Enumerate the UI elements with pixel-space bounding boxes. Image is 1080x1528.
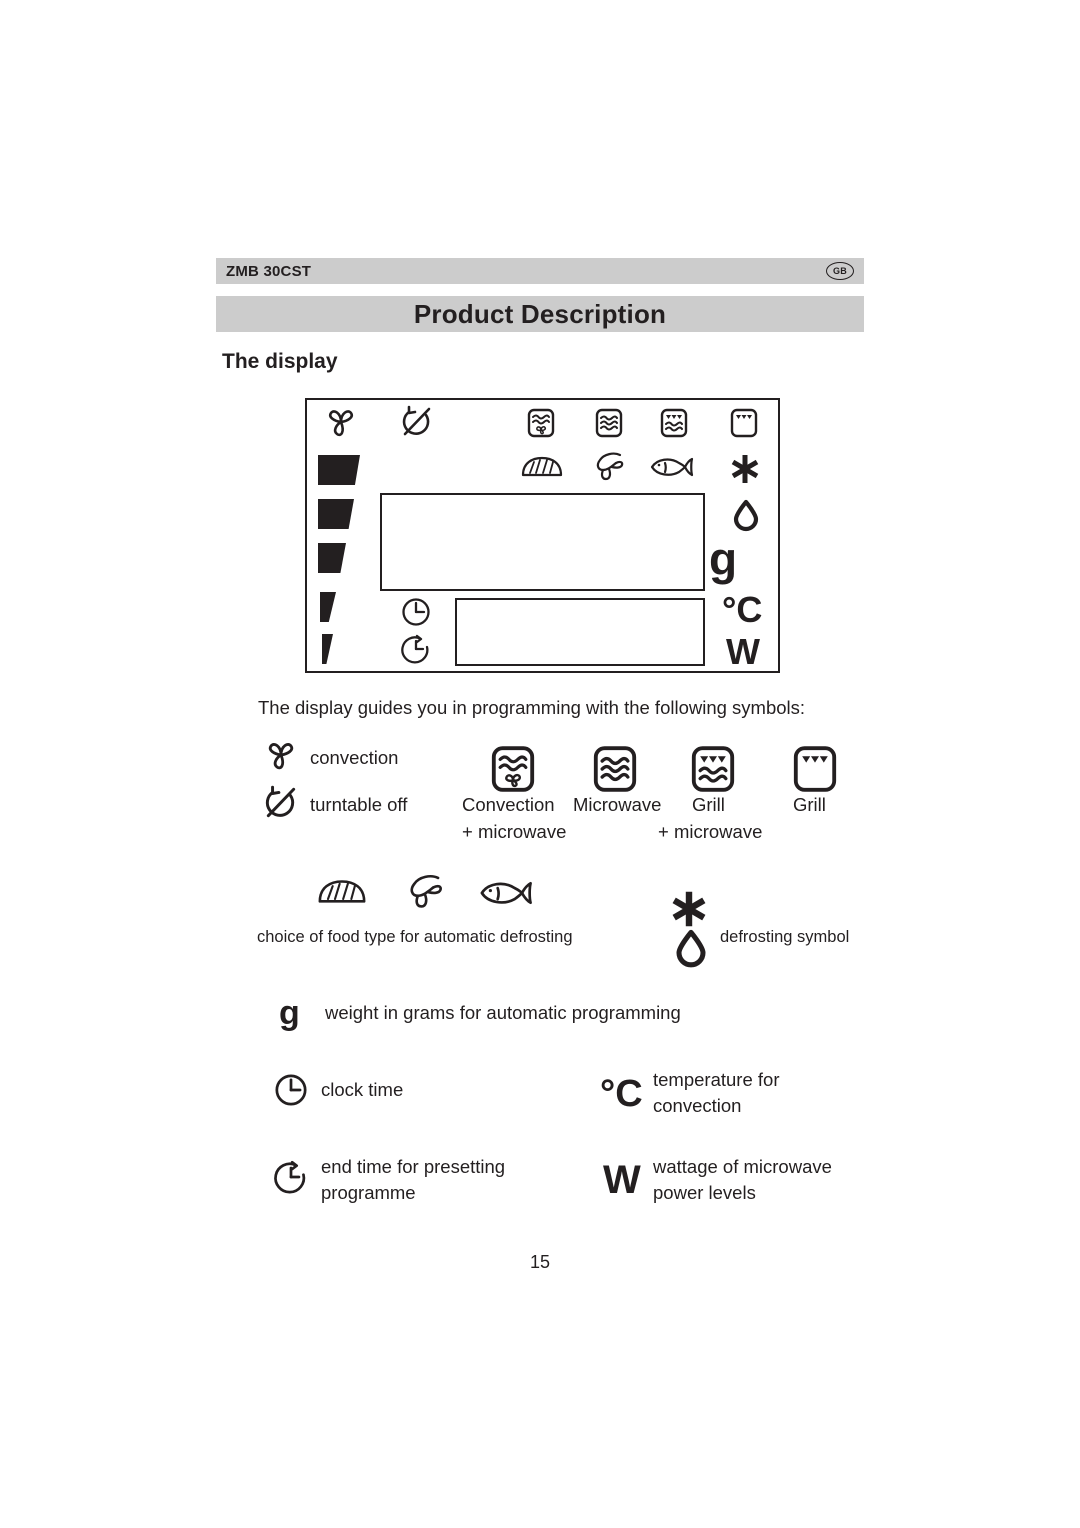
legend-turntable-off-icon: [262, 784, 300, 822]
legend-convection-microwave-mode-icon: [490, 745, 536, 793]
legend-watt-line1: wattage of microwave: [653, 1156, 832, 1177]
microwave-mode-icon: [595, 408, 623, 438]
legend-defrost-asterisk-icon: [668, 888, 710, 930]
poultry-icon: [590, 450, 628, 482]
legend-mode-2-line1: Grill: [692, 794, 725, 815]
legend-fish-icon: [477, 878, 533, 908]
lcd-main-readout: [380, 493, 705, 591]
grill-mode-icon: [730, 408, 758, 438]
grill-microwave-mode-icon: [660, 408, 688, 438]
section-heading: The display: [222, 350, 338, 373]
legend-watt-line2: power levels: [653, 1182, 756, 1203]
page-title: Product Description: [413, 298, 667, 329]
region-badge: GB: [826, 262, 854, 280]
bread-icon: [520, 455, 564, 479]
convection-microwave-mode-icon: [527, 408, 555, 438]
legend-clock-time-label: clock time: [321, 1079, 404, 1100]
manual-page: ZMB 30CST GB Product Description The dis…: [0, 0, 1080, 1528]
legend-bread-icon: [316, 878, 368, 906]
legend-grams-glyph: g: [279, 994, 300, 1032]
legend-end-time-line1: end time for presetting: [321, 1156, 506, 1177]
legend-mode-2-line2: + microwave: [658, 821, 763, 842]
clock-time-icon: [401, 597, 431, 627]
legend-clock-time-icon: [274, 1073, 308, 1107]
defrost-asterisk-icon: [728, 452, 762, 486]
legend-celsius-line1: temperature for: [653, 1069, 780, 1090]
celsius-unit-glyph: °C: [722, 589, 763, 630]
legend-end-time-line2: programme: [321, 1182, 416, 1203]
legend-convection-fan-icon: [262, 738, 300, 772]
end-time-icon: [401, 634, 431, 664]
legend-defrosting-symbol-label: defrosting symbol: [720, 928, 850, 946]
turntable-off-icon: [399, 404, 435, 440]
page-title-bar: Product Description: [216, 296, 864, 332]
watt-unit-glyph: W: [726, 631, 760, 672]
legend-celsius-glyph: °C: [600, 1073, 643, 1115]
intro-text: The display guides you in programming wi…: [258, 697, 806, 718]
legend-microwave-mode-icon: [592, 745, 638, 793]
lcd-secondary-readout: [455, 598, 705, 666]
power-bar-2: [318, 499, 354, 529]
legend-grill-microwave-mode-icon: [690, 745, 736, 793]
page-number: 15: [529, 1252, 551, 1272]
legend-defrost-droplet-icon: [675, 929, 707, 968]
legend-end-time-icon: [274, 1160, 308, 1194]
legend-mode-0-line2: + microwave: [462, 821, 567, 842]
legend-convection-label: convection: [310, 747, 399, 768]
legend-mode-3-line1: Grill: [793, 794, 826, 815]
legend-poultry-icon: [402, 872, 448, 910]
legend-mode-0-line1: Convection: [462, 794, 555, 815]
model-bar: ZMB 30CST GB: [216, 258, 864, 284]
legend-turntable-off-label: turntable off: [310, 794, 408, 815]
model-name: ZMB 30CST: [226, 262, 312, 280]
legend-grams-label: weight in grams for automatic programmin…: [325, 1002, 681, 1023]
convection-fan-icon: [322, 405, 360, 439]
legend-grill-mode-icon: [792, 745, 838, 793]
power-bar-1: [318, 455, 360, 485]
legend-watt-glyph: W: [603, 1158, 641, 1202]
fish-icon: [648, 455, 694, 479]
legend-celsius-line2: convection: [653, 1095, 742, 1116]
grams-unit-glyph: g: [709, 533, 738, 585]
legend-mode-1-line1: Microwave: [573, 794, 662, 815]
legend-food-choice-label: choice of food type for automatic defros…: [257, 928, 573, 946]
defrost-droplet-icon: [733, 499, 759, 532]
